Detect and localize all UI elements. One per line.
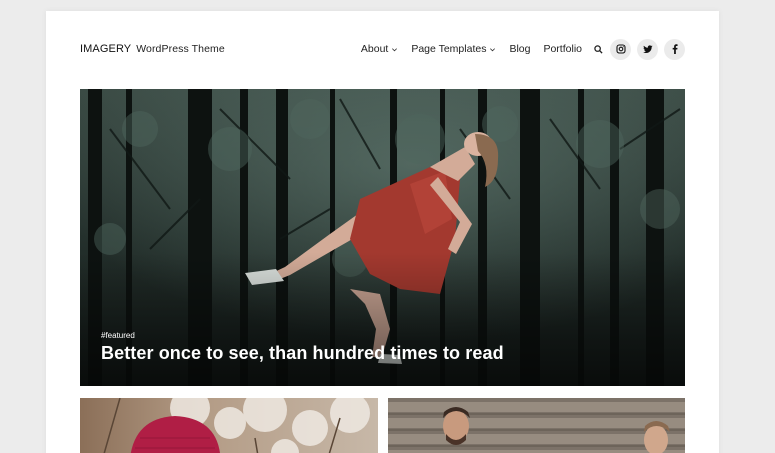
brand-tagline[interactable]: WordPress Theme <box>136 43 225 55</box>
post-thumbnail <box>388 398 685 453</box>
nav-item-label: About <box>360 43 389 55</box>
search-button[interactable] <box>592 43 604 55</box>
nav-item-page-templates[interactable]: Page Templates <box>411 43 496 55</box>
main-nav: About Page Templates Blog Portfolio <box>361 38 685 60</box>
post-card[interactable] <box>388 398 685 453</box>
nav-item-label: Page Templates <box>411 43 487 55</box>
post-card[interactable] <box>80 398 378 453</box>
nav-item-label: Blog <box>509 43 531 55</box>
twitter-button[interactable] <box>637 38 658 60</box>
hero-caption: #featured Better once to see, than hundr… <box>101 331 504 364</box>
site-header: IMAGERY WordPress Theme About Page Templ… <box>80 37 685 61</box>
twitter-icon <box>642 44 653 53</box>
nav-item-blog[interactable]: Blog <box>509 43 530 55</box>
nav-item-portfolio[interactable]: Portfolio <box>543 43 582 55</box>
hero-tag[interactable]: #featured <box>101 331 504 340</box>
nav-item-label: Portfolio <box>543 43 582 55</box>
featured-post[interactable]: #featured Better once to see, than hundr… <box>80 89 685 386</box>
page-container: IMAGERY WordPress Theme About Page Templ… <box>46 11 719 453</box>
chevron-down-icon <box>392 47 398 51</box>
site-brand[interactable]: IMAGERY WordPress Theme <box>80 43 225 55</box>
brand-name[interactable]: IMAGERY <box>80 43 131 55</box>
chevron-down-icon <box>490 47 496 51</box>
instagram-icon <box>615 44 626 54</box>
hero-title[interactable]: Better once to see, than hundred times t… <box>101 343 504 364</box>
instagram-button[interactable] <box>610 38 631 60</box>
facebook-icon <box>672 44 678 54</box>
post-thumbnail <box>80 398 378 453</box>
nav-item-about[interactable]: About <box>361 43 398 55</box>
search-icon <box>593 44 603 54</box>
facebook-button[interactable] <box>664 38 685 60</box>
